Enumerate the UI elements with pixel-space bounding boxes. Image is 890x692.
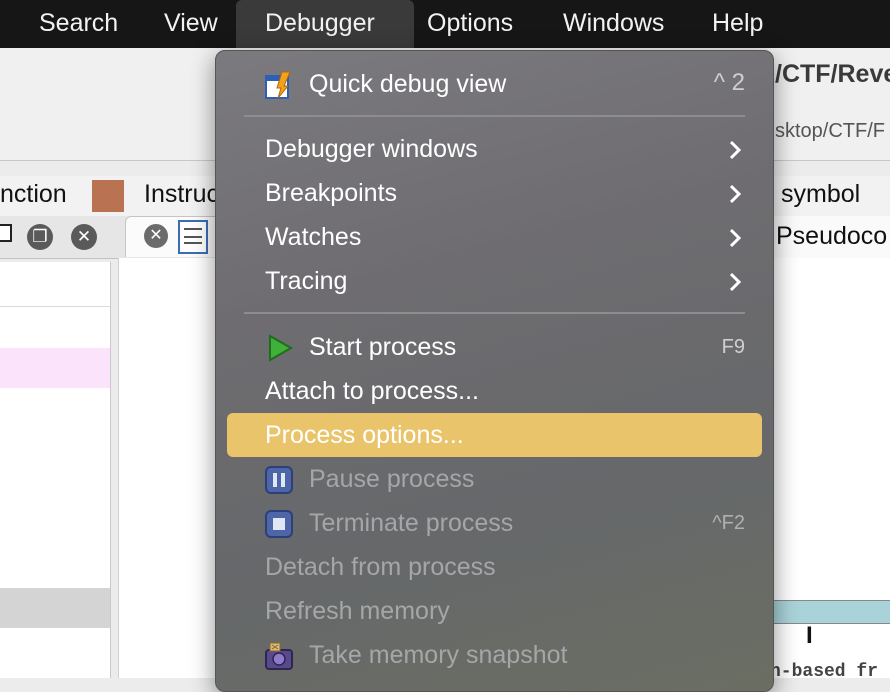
list-item-gray[interactable] [0, 588, 110, 628]
chevron-right-icon [729, 228, 742, 248]
legend-instruction-swatch [92, 180, 124, 212]
chevron-right-icon [729, 140, 742, 160]
menu-label: Refresh memory [265, 597, 450, 625]
menu-item-take-memory-snapshot[interactable]: Take memory snapshot [216, 634, 773, 678]
pseudocode-graph-bar [770, 600, 890, 624]
menu-item-debugger-windows[interactable]: Debugger windows [216, 128, 773, 172]
menu-label: Detach from process [265, 553, 496, 581]
menu-label: Watches [265, 223, 362, 251]
menubar-windows[interactable]: Windows [563, 0, 664, 48]
legend-function-label: nction [0, 180, 67, 208]
pane-close-icon[interactable]: ✕ [71, 224, 97, 250]
menu-separator [244, 115, 745, 117]
menu-label: Breakpoints [265, 179, 398, 207]
ida-view-tab[interactable]: ✕ [125, 216, 222, 257]
list-item-selected[interactable] [0, 348, 110, 388]
pseudocode-tab-label: Pseudoco [776, 222, 888, 250]
menu-item-start-process[interactable]: Start process F9 [216, 326, 773, 370]
text-cursor-mark: I [806, 622, 813, 649]
menu-item-terminate-process[interactable]: Terminate process ^F2 [216, 502, 773, 546]
menu-label: Debugger windows [265, 135, 478, 163]
chevron-right-icon [729, 184, 742, 204]
tab-close-icon[interactable]: ✕ [144, 224, 168, 248]
menu-label: Take memory snapshot [309, 641, 568, 669]
disassembly-pane [118, 258, 229, 678]
pseudocode-tab[interactable]: Pseudoco [770, 216, 890, 259]
list-item[interactable] [0, 262, 110, 307]
menubar-help[interactable]: Help [712, 0, 763, 48]
menu-label: Attach to process... [265, 377, 479, 405]
pane-restore-icon[interactable]: ❐ [27, 224, 53, 250]
menubar-view[interactable]: View [164, 0, 218, 48]
menubar-search[interactable]: Search [39, 0, 118, 48]
pane-maximize-icon[interactable] [0, 224, 12, 242]
debugger-dropdown-menu: Quick debug view ^ 2 Debugger windows Br… [215, 50, 774, 692]
legend-instruction-label: Instruc [144, 180, 220, 208]
functions-pane [0, 262, 111, 678]
menu-label: Start process [309, 333, 457, 361]
menu-item-refresh-memory[interactable]: Refresh memory [216, 590, 773, 634]
legend-symbol-label: symbol [781, 180, 861, 208]
stop-icon [265, 510, 293, 538]
menu-label: Tracing [265, 267, 348, 295]
code-fragment: n-based fr [770, 662, 879, 682]
menu-label: Quick debug view [309, 70, 507, 98]
window-path-title: /CTF/Reve [775, 60, 890, 88]
menu-item-tracing[interactable]: Tracing [216, 260, 773, 304]
menu-label: Pause process [309, 465, 475, 493]
quick-debug-icon [265, 71, 291, 99]
menu-item-pause-process[interactable]: Pause process [216, 458, 773, 502]
menu-shortcut: ^ 2 [713, 69, 745, 96]
snapshot-icon [265, 642, 293, 670]
menu-item-watches[interactable]: Watches [216, 216, 773, 260]
play-icon [269, 334, 294, 362]
menubar-debugger[interactable]: Debugger [265, 0, 375, 48]
window-path-subtitle: sktop/CTF/F [775, 120, 886, 142]
menu-item-breakpoints[interactable]: Breakpoints [216, 172, 773, 216]
chevron-right-icon [729, 272, 742, 292]
pseudocode-pane: I n-based fr [770, 258, 890, 682]
menu-item-process-options[interactable]: Process options... [216, 414, 773, 458]
menubar-options[interactable]: Options [427, 0, 513, 48]
menu-shortcut: F9 [721, 336, 745, 358]
document-icon [178, 220, 208, 254]
menu-label: Process options... [265, 421, 464, 449]
menu-item-attach-to-process[interactable]: Attach to process... [216, 370, 773, 414]
pause-icon [265, 466, 293, 494]
menu-separator [244, 312, 745, 314]
menu-shortcut: ^F2 [712, 512, 745, 534]
menu-item-quick-debug-view[interactable]: Quick debug view ^ 2 [216, 63, 773, 107]
menu-item-detach-from-process[interactable]: Detach from process [216, 546, 773, 590]
menu-label: Terminate process [309, 509, 514, 537]
menu-bar: Search View Debugger Options Windows Hel… [0, 0, 890, 48]
